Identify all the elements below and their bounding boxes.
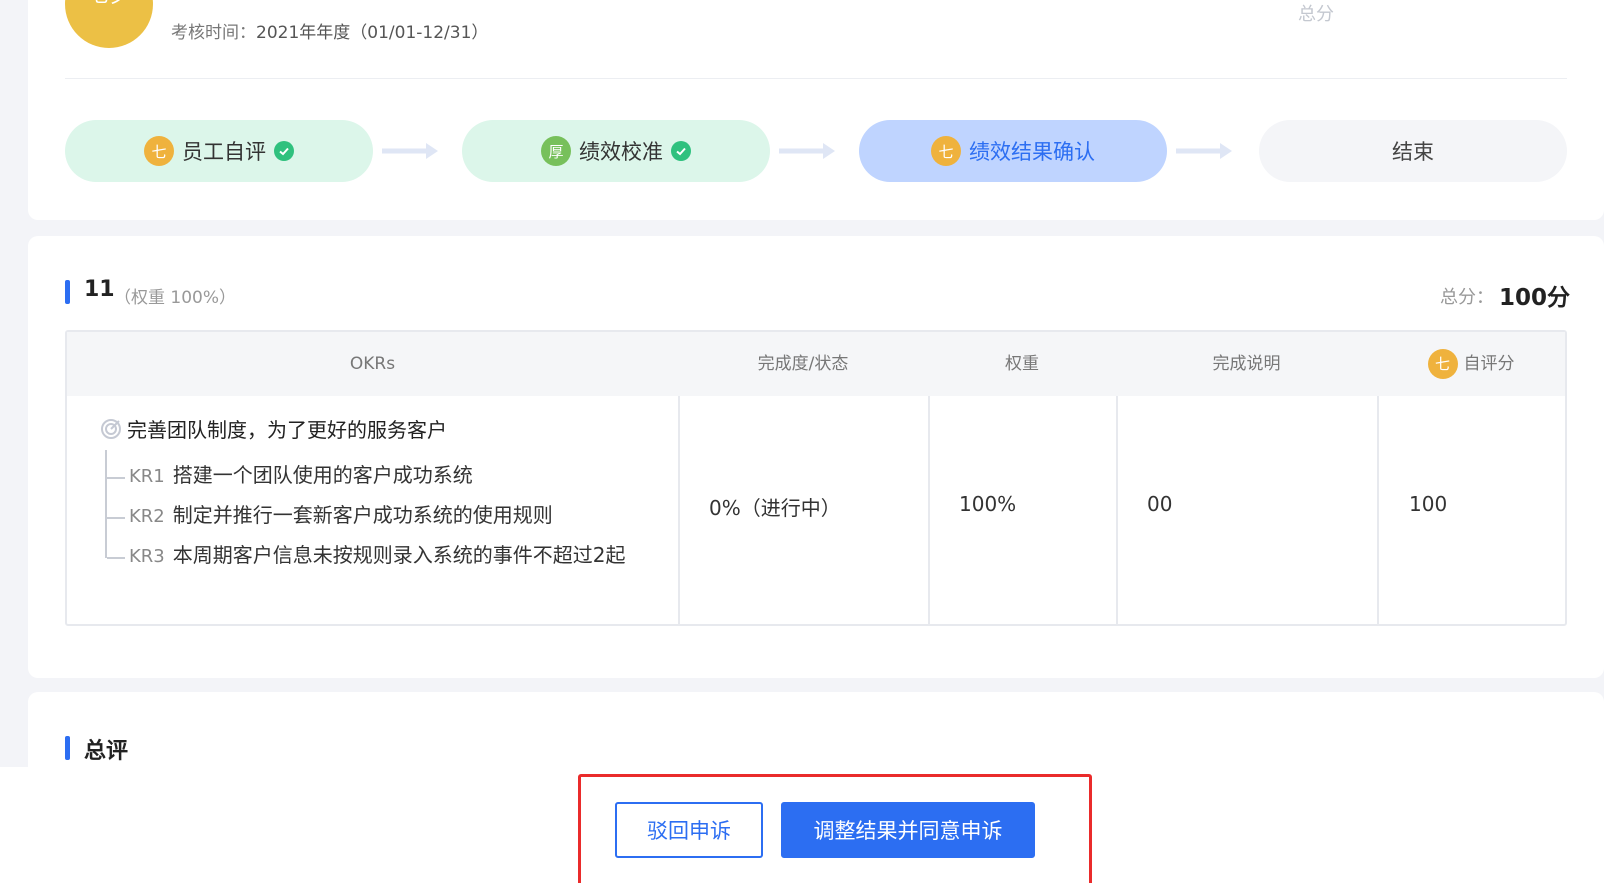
okr-section-title: 11 bbox=[84, 277, 115, 302]
step-badge: 厚 bbox=[541, 136, 571, 166]
column-divider bbox=[678, 396, 680, 624]
avatar-text: 七夕 bbox=[89, 0, 129, 8]
self-score-badge: 七 bbox=[1427, 349, 1458, 379]
step-result-confirm: 七 绩效结果确认 bbox=[859, 120, 1167, 182]
column-divider bbox=[1116, 396, 1118, 624]
column-header-weight: 权重 bbox=[1005, 354, 1039, 374]
key-result-item: KR2 制定并推行一套新客户成功系统的使用规则 bbox=[107, 503, 643, 532]
key-result-item: KR1 搭建一个团队使用的客户成功系统 bbox=[107, 463, 643, 492]
step-label: 员工自评 bbox=[182, 140, 266, 164]
section-marker bbox=[65, 736, 70, 760]
kr-code: KR2 bbox=[129, 506, 165, 527]
column-divider bbox=[1377, 396, 1379, 624]
summary-title: 总评 bbox=[84, 739, 129, 764]
section-marker bbox=[65, 280, 70, 304]
reject-appeal-button[interactable]: 驳回申诉 bbox=[615, 802, 763, 858]
divider bbox=[65, 78, 1567, 79]
kr-text: 搭建一个团队使用的客户成功系统 bbox=[172, 463, 473, 487]
period-label: 考核时间： bbox=[171, 23, 256, 43]
table-header: OKRs 完成度/状态 权重 完成说明 七自评分 bbox=[67, 332, 1565, 396]
key-result-item: KR3 本周期客户信息未按规则录入系统的事件不超过2起 bbox=[107, 543, 643, 572]
column-header-okrs: OKRs bbox=[349, 354, 396, 374]
objective-text: 完善团队制度，为了更好的服务客户 bbox=[127, 418, 447, 442]
okr-total-value: 100分 bbox=[1499, 285, 1571, 311]
completion-description: 00 bbox=[1147, 492, 1173, 516]
weight-value: 100% bbox=[959, 492, 1017, 516]
kr-code: KR1 bbox=[129, 466, 165, 487]
step-badge: 七 bbox=[144, 136, 174, 166]
self-score-header-label: 自评分 bbox=[1463, 354, 1515, 374]
column-header-description: 完成说明 bbox=[1212, 354, 1281, 374]
arrow-right-icon bbox=[779, 143, 835, 159]
kr-code: KR3 bbox=[129, 546, 165, 567]
step-calibration: 厚 绩效校准 bbox=[462, 120, 770, 182]
period-value: 2021年年度（01/01-12/31） bbox=[256, 23, 489, 43]
adjust-and-approve-appeal-button[interactable]: 调整结果并同意申诉 bbox=[781, 802, 1035, 858]
okr-section-weight: （权重 100%） bbox=[114, 288, 237, 308]
header-total-label: 总分 bbox=[1298, 4, 1334, 25]
completion-status: 0%（进行中） bbox=[709, 496, 841, 520]
column-divider bbox=[928, 396, 930, 624]
check-icon bbox=[671, 141, 691, 161]
target-icon bbox=[101, 418, 121, 439]
column-header-completion: 完成度/状态 bbox=[757, 354, 849, 374]
okr-total-label: 总分： bbox=[1440, 287, 1494, 308]
step-label: 绩效结果确认 bbox=[969, 140, 1095, 164]
step-label: 结束 bbox=[1392, 140, 1434, 164]
arrow-right-icon bbox=[1176, 143, 1232, 159]
okr-table: OKRs 完成度/状态 权重 完成说明 七自评分 完善团队制度，为了更好的服务客… bbox=[65, 330, 1567, 626]
arrow-right-icon bbox=[382, 143, 438, 159]
objective-title: 完善团队制度，为了更好的服务客户 bbox=[99, 414, 447, 443]
appraisal-period: 考核时间：2021年年度（01/01-12/31） bbox=[171, 18, 488, 43]
column-header-self-score: 七自评分 bbox=[1377, 332, 1565, 396]
kr-text: 制定并推行一套新客户成功系统的使用规则 bbox=[172, 503, 553, 527]
step-self-review: 七 员工自评 bbox=[65, 120, 373, 182]
step-badge: 七 bbox=[931, 136, 961, 166]
step-end: 结束 bbox=[1259, 120, 1567, 182]
check-icon bbox=[274, 141, 294, 161]
self-score-value: 100 bbox=[1409, 492, 1448, 516]
kr-text: 本周期客户信息未按规则录入系统的事件不超过2起 bbox=[172, 543, 626, 567]
step-label: 绩效校准 bbox=[579, 140, 663, 164]
